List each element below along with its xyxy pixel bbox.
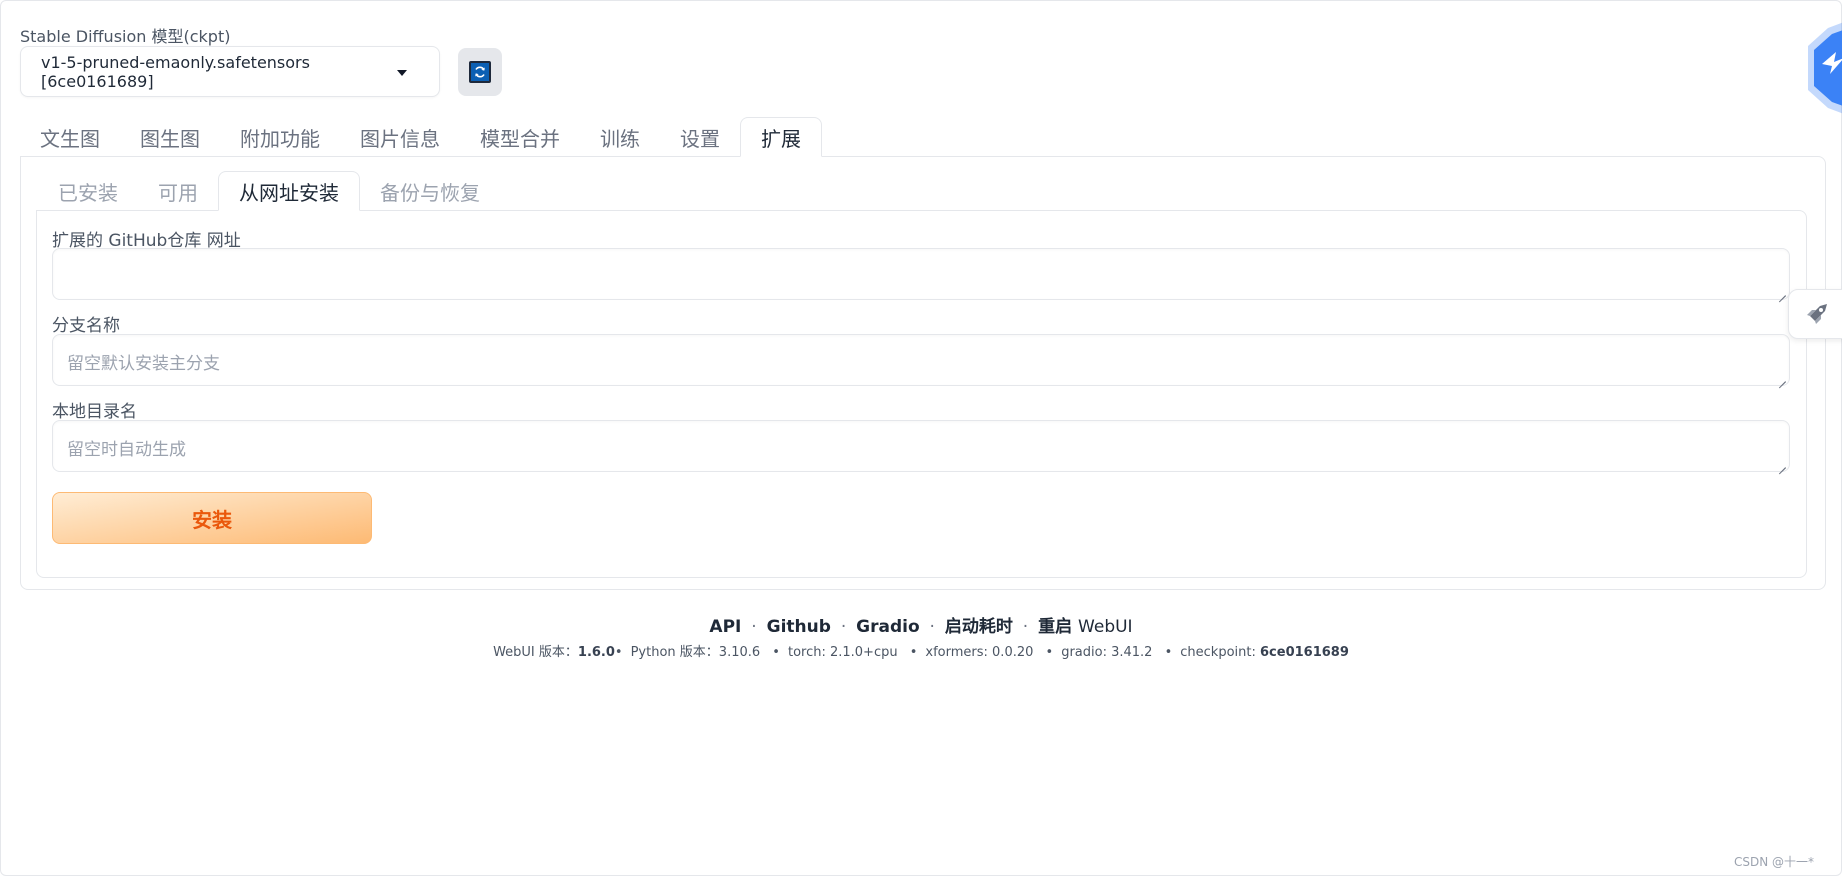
footer-restart-suffix: WebUI <box>1078 617 1133 637</box>
footer-link-restart[interactable]: 重启 <box>1038 617 1072 637</box>
tab-install-from-url[interactable]: 从网址安装 <box>218 171 360 211</box>
version-separator: • <box>909 645 918 660</box>
tab-extensions[interactable]: 扩展 <box>740 117 822 157</box>
tab-installed[interactable]: 已安装 <box>38 171 138 211</box>
checkpoint-value: 6ce0161689 <box>1260 645 1349 660</box>
refresh-model-button[interactable] <box>458 48 502 96</box>
tab-settings[interactable]: 设置 <box>660 117 740 157</box>
version-info: WebUI 版本：1.6.0 • Python 版本：3.10.6 • torch: … <box>493 645 1349 660</box>
side-float-button[interactable] <box>1788 289 1842 339</box>
logo-icon <box>1808 22 1842 114</box>
repo-url-input[interactable] <box>52 248 1790 300</box>
gradio-version: gradio: 3.41.2 <box>1061 645 1153 660</box>
footer-separator: · <box>1022 617 1029 637</box>
footer-separator: · <box>751 617 757 637</box>
footer-link-startup-profile[interactable]: 启动耗时 <box>945 617 1013 637</box>
footer-link-api[interactable]: API <box>709 617 741 637</box>
version-separator: • <box>1164 645 1173 660</box>
local-dir-placeholder: 留空时自动生成 <box>67 440 186 460</box>
checkpoint-label: checkpoint: <box>1180 645 1256 660</box>
tab-backup-restore[interactable]: 备份与恢复 <box>360 171 500 211</box>
webui-version-value: 1.6.0 <box>577 645 615 660</box>
extension-sub-tabs: 已安装 可用 从网址安装 备份与恢复 <box>38 171 500 211</box>
tab-available[interactable]: 可用 <box>138 171 218 211</box>
model-select-value: v1-5-pruned-emaonly.safetensors [6ce0161… <box>41 52 310 91</box>
xformers-version: xformers: 0.0.20 <box>925 645 1034 660</box>
resize-handle-icon[interactable] <box>1778 288 1786 296</box>
footer-links: API · Github · Gradio · 启动耗时 · 重启 WebUI <box>0 612 1842 637</box>
branch-name-label: 分支名称 <box>52 316 120 336</box>
tab-txt2img[interactable]: 文生图 <box>20 117 120 157</box>
local-dir-label: 本地目录名 <box>52 402 137 422</box>
refresh-icon <box>469 61 491 83</box>
python-version-label: Python 版本： <box>630 645 719 660</box>
footer-link-gradio[interactable]: Gradio <box>856 617 919 637</box>
model-select-label: Stable Diffusion 模型(ckpt) <box>20 27 231 46</box>
main-tabs: 文生图 图生图 附加功能 图片信息 模型合并 训练 设置 扩展 <box>20 117 822 157</box>
resize-handle-icon[interactable] <box>1778 374 1786 382</box>
branch-name-placeholder: 留空默认安装主分支 <box>67 354 220 374</box>
tab-png-info[interactable]: 图片信息 <box>340 117 460 157</box>
install-button[interactable]: 安装 <box>52 492 372 544</box>
local-dir-input[interactable]: 留空时自动生成 <box>52 420 1790 472</box>
version-separator: • <box>772 645 780 660</box>
torch-version: torch: 2.1.0+cpu <box>787 645 898 660</box>
model-select[interactable]: v1-5-pruned-emaonly.safetensors [6ce0161… <box>20 46 440 97</box>
footer-separator: · <box>929 617 935 637</box>
chevron-down-icon <box>397 70 407 76</box>
tab-extras[interactable]: 附加功能 <box>220 117 340 157</box>
tab-img2img[interactable]: 图生图 <box>120 117 220 157</box>
python-version-value: 3.10.6 <box>718 645 761 660</box>
version-separator: • <box>1045 645 1054 660</box>
rocket-icon <box>1807 304 1827 324</box>
webui-version-label: WebUI 版本： <box>493 645 578 660</box>
resize-handle-icon[interactable] <box>1778 460 1786 468</box>
footer-link-github[interactable]: Github <box>767 617 831 637</box>
tab-checkpoint-merger[interactable]: 模型合并 <box>460 117 580 157</box>
tab-train[interactable]: 训练 <box>580 117 660 157</box>
footer-separator: · <box>840 617 847 637</box>
branch-name-input[interactable]: 留空默认安装主分支 <box>52 334 1790 386</box>
watermark: CSDN @十一* <box>1733 855 1814 869</box>
